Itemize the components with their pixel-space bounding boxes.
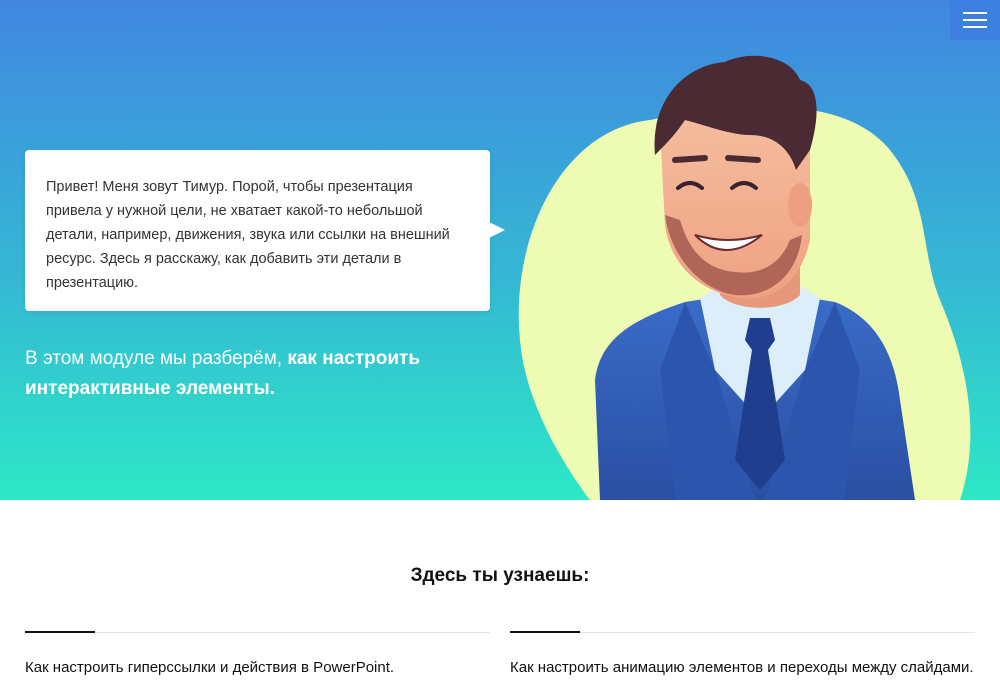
divider bbox=[510, 631, 975, 633]
learn-item: Как настроить анимацию элементов и перех… bbox=[510, 631, 975, 680]
learn-item-text: Как настроить гиперссылки и действия в P… bbox=[25, 659, 395, 676]
hamburger-menu-button[interactable] bbox=[950, 0, 1000, 40]
hamburger-menu-icon bbox=[963, 12, 987, 14]
learn-item: Как настроить гиперссылки и действия в P… bbox=[25, 631, 490, 680]
smiling-man-illustration bbox=[518, 55, 971, 500]
learn-item-text: Как настроить анимацию элементов и перех… bbox=[510, 659, 974, 676]
speech-bubble: Привет! Меня зовут Тимур. Порой, чтобы п… bbox=[25, 150, 490, 311]
hero-section: Привет! Меня зовут Тимур. Порой, чтобы п… bbox=[0, 0, 1000, 500]
module-intro-text: В этом модуле мы разберём, как настроить… bbox=[25, 344, 495, 404]
divider bbox=[25, 631, 490, 633]
speech-bubble-text: Привет! Меня зовут Тимур. Порой, чтобы п… bbox=[46, 179, 450, 291]
module-intro-regular: В этом модуле мы разберём, bbox=[25, 348, 288, 369]
learn-section-title: Здесь ты узнаешь: bbox=[410, 565, 590, 586]
